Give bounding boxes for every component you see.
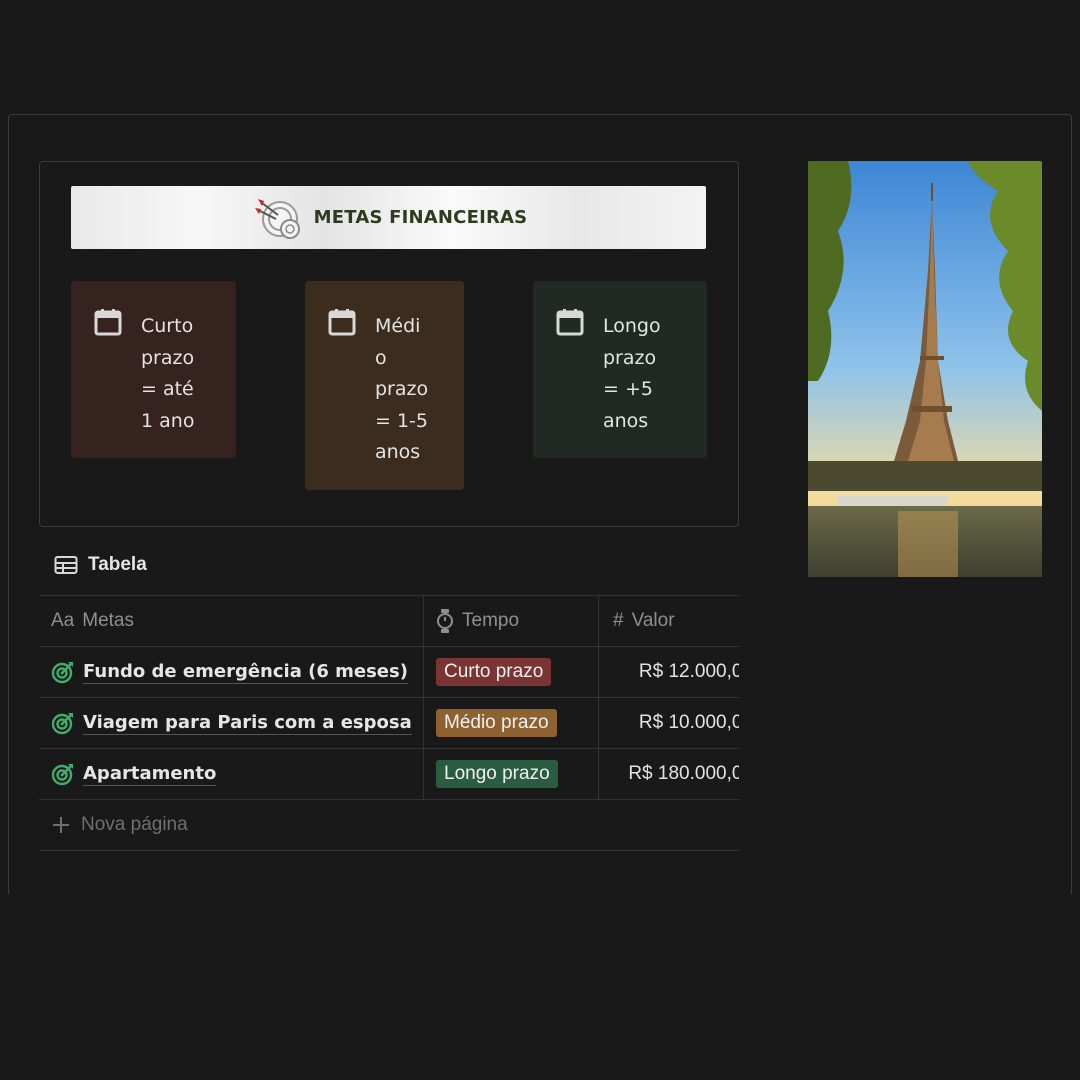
column-header-metas[interactable]: Aa Metas [39,596,423,646]
table-row[interactable]: Viagem para Paris com a esposa Médio pra… [39,697,739,748]
column-label: Tempo [462,610,520,631]
tag-curto-prazo[interactable]: Curto prazo [436,658,552,686]
title-property-icon: Aa [51,610,75,631]
cell-meta[interactable]: Apartamento [39,749,423,799]
eiffel-tower-photo [808,161,1042,577]
card-text: Médi o prazo = 1-5 anos [375,315,429,463]
table-row[interactable]: Apartamento Longo prazo R$ 180.000,00 [39,748,739,799]
stopwatch-icon [437,609,453,633]
column-header-valor[interactable]: # Valor [598,596,739,646]
new-page-label: Nova página [81,814,188,835]
cell-meta[interactable]: Viagem para Paris com a esposa [39,698,423,748]
database-title-label: Tabela [88,554,147,575]
plus-icon [53,817,69,833]
cell-valor[interactable]: R$ 180.000,00 [598,749,739,799]
meta-name[interactable]: Viagem para Paris com a esposa [83,712,412,735]
column-label: Metas [82,610,134,631]
valor-text: R$ 180.000,00 [628,763,739,784]
column-header-tempo[interactable]: Tempo [423,596,598,646]
target-icon [51,662,73,684]
new-page-button[interactable]: Nova página [39,800,739,850]
meta-name[interactable]: Apartamento [83,763,217,786]
calendar-icon [94,309,122,336]
card-text: Curto prazo = até 1 ano [141,315,195,432]
calendar-icon [556,309,584,336]
goals-table: Aa Metas Tempo # Valor Fundo de emergênc… [39,595,739,851]
table-row[interactable]: Fundo de emergência (6 meses) Curto praz… [39,646,739,697]
card-curto-prazo: Curto prazo = até 1 ano [71,281,236,458]
cell-valor[interactable]: R$ 12.000,00 [598,647,739,697]
valor-text: R$ 12.000,00 [638,661,739,682]
table-icon [54,556,78,574]
valor-text: R$ 10.000,00 [638,712,739,733]
new-page-row[interactable]: Nova página [39,799,739,851]
card-longo-prazo: Longo prazo = +5 anos [533,281,707,458]
table-header-row: Aa Metas Tempo # Valor [39,595,739,646]
target-icon [51,713,73,735]
target-darts-icon [254,198,300,239]
cell-meta[interactable]: Fundo de emergência (6 meses) [39,647,423,697]
tag-medio-prazo[interactable]: Médio prazo [436,709,557,737]
banner-title: METAS FINANCEIRAS [313,207,528,228]
database-title[interactable]: Tabela [54,553,147,577]
number-property-icon: # [613,610,624,631]
target-icon [51,764,73,786]
calendar-icon [328,309,356,336]
card-medio-prazo: Médi o prazo = 1-5 anos [305,281,464,490]
banner-image: METAS FINANCEIRAS [71,186,706,249]
card-text: Longo prazo = +5 anos [603,315,661,432]
cell-tempo[interactable]: Longo prazo [423,749,598,799]
tag-longo-prazo[interactable]: Longo prazo [436,760,558,788]
cell-tempo[interactable]: Curto prazo [423,647,598,697]
cell-valor[interactable]: R$ 10.000,00 [598,698,739,748]
column-label: Valor [631,610,675,631]
meta-name[interactable]: Fundo de emergência (6 meses) [83,661,408,684]
cell-tempo[interactable]: Médio prazo [423,698,598,748]
